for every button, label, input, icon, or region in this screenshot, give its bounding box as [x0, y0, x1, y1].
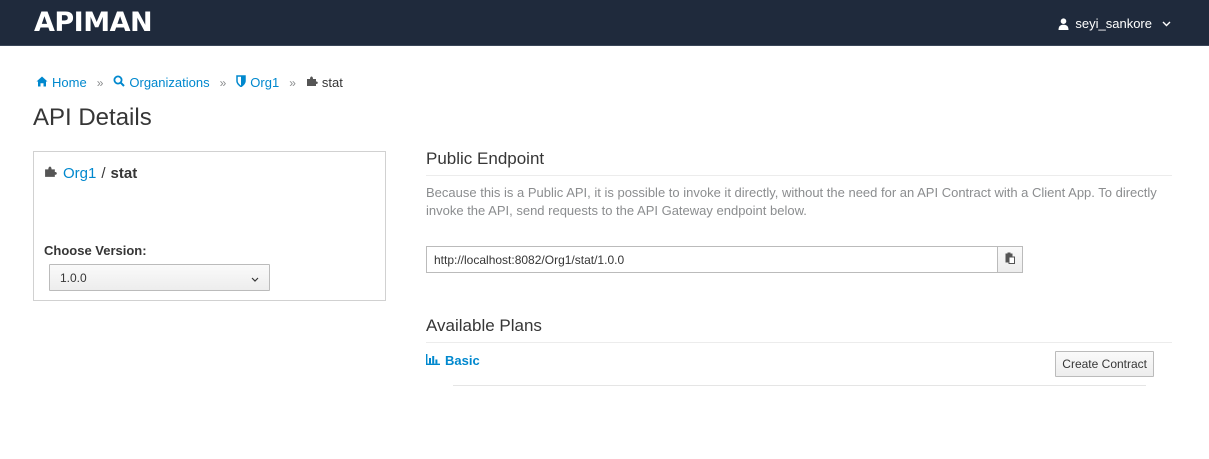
top-navbar: APIMAN seyi_sankore: [0, 0, 1209, 46]
breadcrumb-separator: »: [219, 75, 227, 90]
breadcrumb-separator: »: [96, 75, 104, 90]
breadcrumb: Home » Organizations » Org1 » stat: [36, 75, 343, 90]
breadcrumb-separator: »: [289, 75, 296, 90]
chevron-down-icon: [251, 271, 259, 285]
breadcrumb-organizations-label: Organizations: [129, 75, 210, 90]
endpoint-input-group: [426, 246, 1023, 273]
plan-name: Basic: [445, 353, 480, 368]
breadcrumb-home-label: Home: [52, 75, 87, 90]
version-select[interactable]: 1.0.0: [49, 264, 270, 291]
user-menu[interactable]: seyi_sankore: [1058, 16, 1171, 31]
breadcrumb-org-label: Org1: [250, 75, 280, 90]
chevron-down-icon: [1162, 21, 1171, 27]
public-endpoint-title: Public Endpoint: [426, 149, 1172, 176]
api-summary-card: Org1 / stat Choose Version: 1.0.0: [33, 151, 386, 301]
api-card-slash: /: [101, 165, 106, 182]
plan-row: Basic Create Contract: [426, 345, 1154, 386]
create-contract-button[interactable]: Create Contract: [1055, 351, 1154, 377]
choose-version-label: Choose Version:: [44, 243, 147, 258]
copy-endpoint-button[interactable]: [997, 246, 1023, 273]
shield-icon: [236, 75, 247, 90]
breadcrumb-current: stat: [306, 75, 343, 90]
plan-link[interactable]: Basic: [426, 353, 480, 368]
clipboard-icon: [1005, 252, 1015, 267]
breadcrumb-organizations[interactable]: Organizations: [113, 75, 210, 90]
api-card-title: Org1 / stat: [44, 165, 137, 182]
available-plans-title: Available Plans: [426, 316, 1172, 343]
breadcrumb-org[interactable]: Org1: [236, 75, 279, 90]
api-card-org-link[interactable]: Org1: [63, 165, 96, 182]
username: seyi_sankore: [1075, 16, 1152, 31]
bar-chart-icon: [426, 353, 440, 368]
puzzle-icon: [44, 165, 57, 182]
brand-text: APIMAN: [34, 7, 153, 38]
api-card-api-name: stat: [110, 165, 138, 182]
apiman-logo[interactable]: APIMAN: [34, 7, 153, 38]
breadcrumb-home[interactable]: Home: [36, 75, 87, 90]
home-icon: [36, 75, 48, 90]
public-endpoint-description: Because this is a Public API, it is poss…: [426, 185, 1157, 218]
breadcrumb-current-label: stat: [321, 75, 343, 90]
search-icon: [113, 75, 126, 90]
page-title: API Details: [33, 104, 152, 131]
user-icon: [1058, 17, 1069, 30]
version-select-value: 1.0.0: [60, 270, 87, 285]
puzzle-icon: [306, 75, 318, 90]
endpoint-url-field[interactable]: [426, 246, 997, 273]
